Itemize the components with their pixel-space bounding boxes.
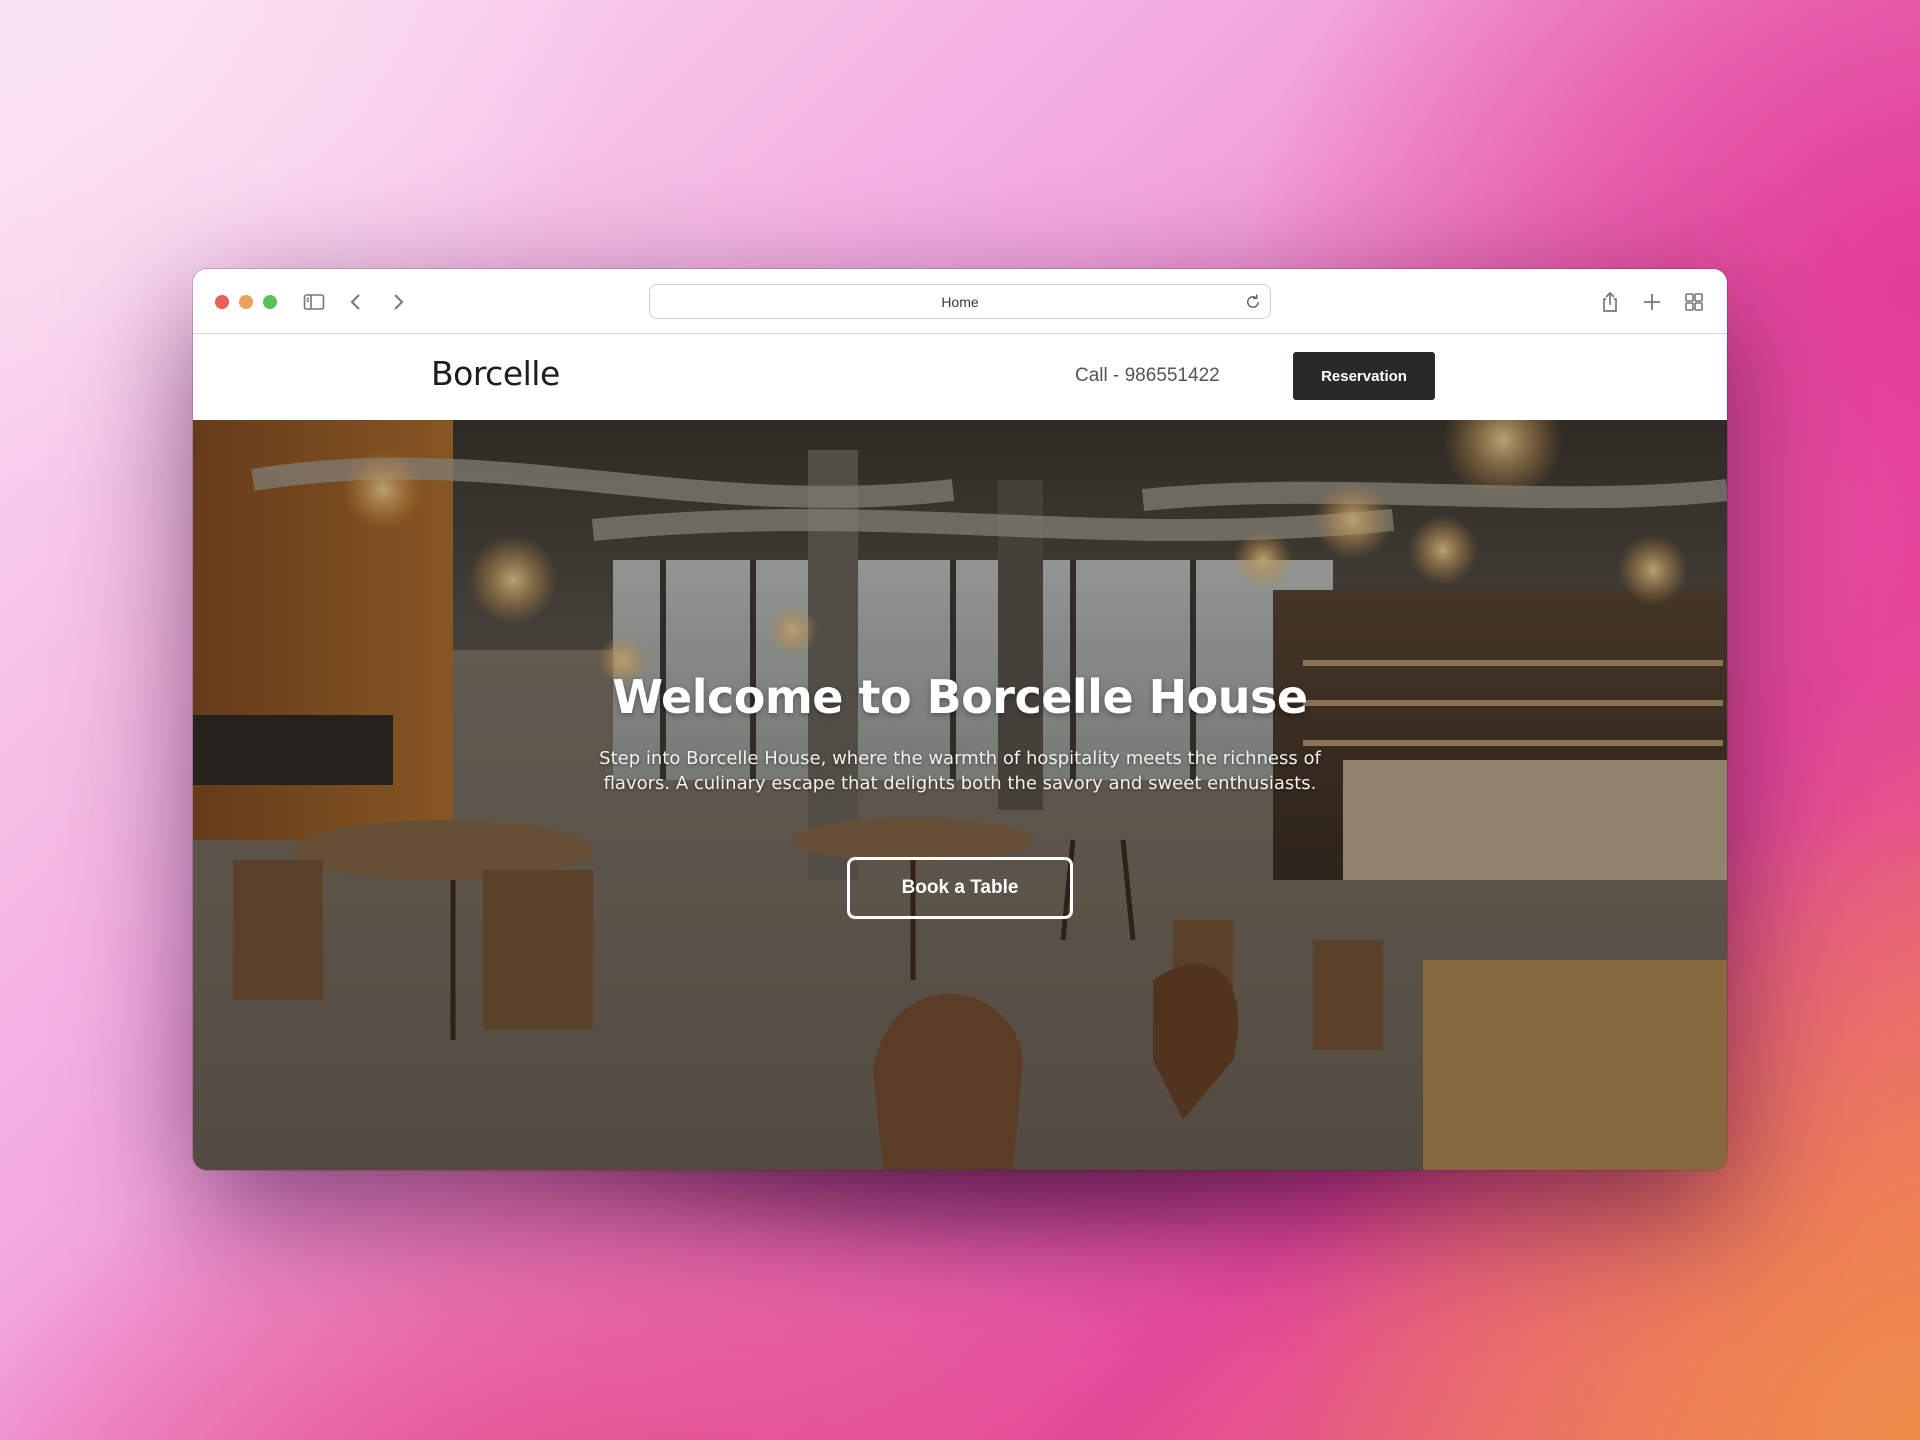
forward-icon[interactable] (385, 289, 411, 315)
share-icon[interactable] (1597, 289, 1623, 315)
site-header: Borcelle Call - 986551422 Reservation (193, 334, 1727, 420)
browser-toolbar: Home (193, 269, 1727, 334)
book-table-button[interactable]: Book a Table (847, 857, 1073, 919)
hero-section: Welcome to Borcelle House Step into Borc… (193, 420, 1727, 1170)
address-bar[interactable]: Home (649, 284, 1271, 319)
hero-subtitle: Step into Borcelle House, where the warm… (599, 748, 1321, 794)
phone-number: Call - 986551422 (1075, 365, 1220, 386)
sidebar-icon[interactable] (301, 289, 327, 315)
hero-title: Welcome to Borcelle House (612, 670, 1308, 724)
window-controls (215, 295, 277, 309)
minimize-window-button[interactable] (239, 295, 253, 309)
close-window-button[interactable] (215, 295, 229, 309)
tab-overview-icon[interactable] (1681, 289, 1707, 315)
reload-icon[interactable] (1244, 293, 1262, 311)
maximize-window-button[interactable] (263, 295, 277, 309)
reservation-button[interactable]: Reservation (1293, 352, 1435, 400)
back-icon[interactable] (343, 289, 369, 315)
address-bar-text: Home (941, 293, 979, 310)
browser-window: Home Borcelle Call - 986551422 Reservati… (193, 269, 1727, 1170)
new-tab-icon[interactable] (1639, 289, 1665, 315)
site-logo[interactable]: Borcelle (431, 354, 560, 393)
